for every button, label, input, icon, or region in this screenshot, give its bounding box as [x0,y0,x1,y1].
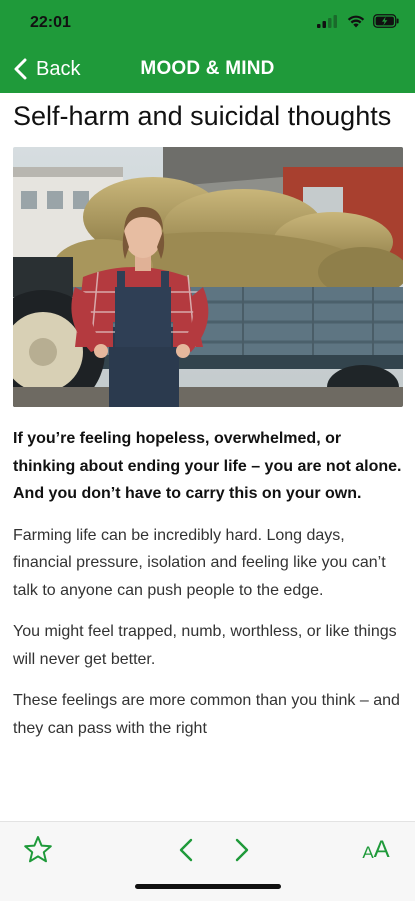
back-chevron-icon [14,58,27,80]
text-size-icon-small: A [362,843,374,862]
article-paragraph: These feelings are more common than you … [13,692,400,737]
chevron-left-icon [179,838,193,862]
hero-image [13,147,403,407]
status-icons [317,14,399,28]
home-indicator [135,884,281,889]
article-paragraph: You might feel trapped, numb, worthless,… [13,623,397,668]
status-time: 22:01 [30,14,71,31]
navigation-bar: Back MOOD & MIND [0,46,415,93]
battery-icon [373,14,399,28]
favorite-button[interactable] [20,830,56,870]
top-bar: 22:01 Back MOOD & MIND [0,0,415,93]
back-button[interactable]: Back [12,55,80,83]
article-content[interactable]: Self-harm and suicidal thoughts If you’r… [13,93,403,821]
star-icon [24,836,52,863]
farmer-with-hay-bales-image [13,147,403,407]
previous-article-button[interactable] [172,830,200,870]
text-size-button[interactable]: A A [355,830,397,870]
bottom-toolbar: A A [0,821,415,901]
wifi-icon [347,15,365,28]
article-paragraph: Farming life can be incredibly hard. Lon… [13,526,386,599]
signal-icon [317,15,337,28]
next-article-button[interactable] [228,830,256,870]
status-bar: 22:01 [0,0,415,46]
article-lead: If you’re feeling hopeless, overwhelmed,… [13,430,402,502]
chevron-right-icon [235,838,249,862]
text-size-icon-big: A [373,836,390,863]
back-label: Back [36,57,81,80]
article-title: Self-harm and suicidal thoughts [13,101,392,131]
